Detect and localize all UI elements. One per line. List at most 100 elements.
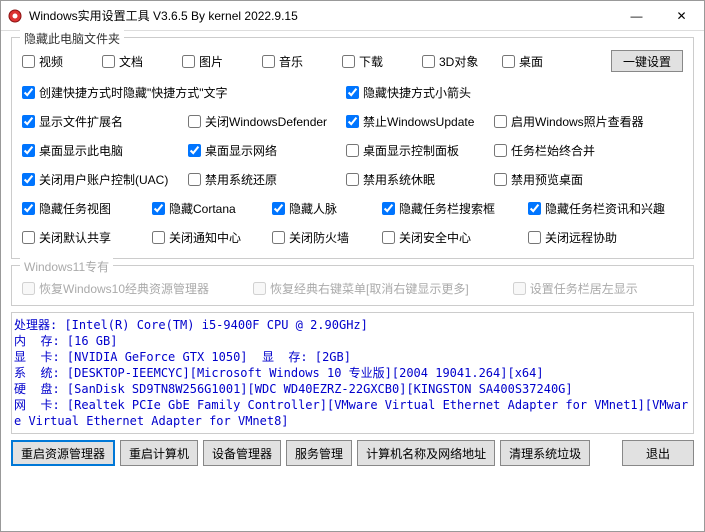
hide-6-label: 桌面 <box>519 53 543 70</box>
opt-r2-0[interactable]: 显示文件扩展名 <box>22 113 188 130</box>
titlebar: Windows实用设置工具 V3.6.5 By kernel 2022.9.15… <box>1 1 704 31</box>
opt-r4-2[interactable]: 禁用系统休眠 <box>346 171 494 188</box>
opt-r3-3-input[interactable] <box>494 144 507 157</box>
restart-pc-button[interactable]: 重启计算机 <box>120 440 198 466</box>
opt-r3-0-input[interactable] <box>22 144 35 157</box>
win11-2-label: 设置任务栏居左显示 <box>530 280 638 297</box>
opt-r5-2-input[interactable] <box>272 202 285 215</box>
opt-r5-3[interactable]: 隐藏任务栏搜索框 <box>382 200 528 217</box>
window-controls: — ✕ <box>614 1 704 30</box>
opt-r3-0[interactable]: 桌面显示此电脑 <box>22 142 188 159</box>
opt-r1-0[interactable]: 创建快捷方式时隐藏"快捷方式"文字 <box>22 84 346 101</box>
opt-r1-1-input[interactable] <box>346 86 359 99</box>
window-body: 隐藏此电脑文件夹 视频文档图片音乐下载3D对象桌面一键设置 创建快捷方式时隐藏"… <box>1 31 704 531</box>
win11-2: 设置任务栏居左显示 <box>513 280 638 297</box>
win11-1-label: 恢复经典右键菜单[取消右键显示更多] <box>270 280 469 297</box>
one-click-button[interactable]: 一键设置 <box>611 50 683 72</box>
opt-r4-3[interactable]: 禁用预览桌面 <box>494 171 684 188</box>
opt-r2-3[interactable]: 启用Windows照片查看器 <box>494 113 684 130</box>
opt-r3-2[interactable]: 桌面显示控制面板 <box>346 142 494 159</box>
opt-r5-4-input[interactable] <box>528 202 541 215</box>
opt-r6-4[interactable]: 关闭远程协助 <box>528 229 683 246</box>
hide-0[interactable]: 视频 <box>22 53 102 70</box>
hide-0-input[interactable] <box>22 55 35 68</box>
opt-r3-1-input[interactable] <box>188 144 201 157</box>
opt-r3-2-input[interactable] <box>346 144 359 157</box>
hide-5-input[interactable] <box>422 55 435 68</box>
hide-6[interactable]: 桌面 <box>502 53 574 70</box>
opt-r5-0[interactable]: 隐藏任务视图 <box>22 200 152 217</box>
opt-r6-1-label: 关闭通知中心 <box>169 229 241 246</box>
opt-r1-1[interactable]: 隐藏快捷方式小箭头 <box>346 84 494 101</box>
cleanup-button[interactable]: 清理系统垃圾 <box>500 440 590 466</box>
opt-r4-1[interactable]: 禁用系统还原 <box>188 171 346 188</box>
hide-4-input[interactable] <box>342 55 355 68</box>
opt-r4-0[interactable]: 关闭用户账户控制(UAC) <box>22 171 188 188</box>
opt-r4-3-input[interactable] <box>494 173 507 186</box>
win11-row: 恢复Windows10经典资源管理器 恢复经典右键菜单[取消右键显示更多] 设置任务… <box>22 280 683 297</box>
system-info: 处理器: [Intel(R) Core(TM) i5-9400F CPU @ 2… <box>11 312 694 434</box>
opt-r6-0-input[interactable] <box>22 231 35 244</box>
opt-r5-4-label: 隐藏任务栏资讯和兴趣 <box>545 200 665 217</box>
opt-r2-0-label: 显示文件扩展名 <box>39 113 123 130</box>
close-button[interactable]: ✕ <box>659 1 704 30</box>
hide-3-input[interactable] <box>262 55 275 68</box>
opt-r5-2[interactable]: 隐藏人脉 <box>272 200 382 217</box>
opt-r1-0-label: 创建快捷方式时隐藏"快捷方式"文字 <box>39 84 228 101</box>
opt-r4-1-input[interactable] <box>188 173 201 186</box>
opt-r2-0-input[interactable] <box>22 115 35 128</box>
hide-3[interactable]: 音乐 <box>262 53 342 70</box>
opt-r2-2[interactable]: 禁止WindowsUpdate <box>346 113 494 130</box>
win11-0: 恢复Windows10经典资源管理器 <box>22 280 209 297</box>
opt-r3-1-label: 桌面显示网络 <box>205 142 277 159</box>
opt-r2-2-label: 禁止WindowsUpdate <box>363 113 474 130</box>
options-row-4: 关闭用户账户控制(UAC) 禁用系统还原禁用系统休眠禁用预览桌面 <box>22 171 683 188</box>
hide-5[interactable]: 3D对象 <box>422 53 502 70</box>
hide-1[interactable]: 文档 <box>102 53 182 70</box>
opt-r6-0-label: 关闭默认共享 <box>39 229 111 246</box>
exit-button[interactable]: 退出 <box>622 440 694 466</box>
opt-r3-2-label: 桌面显示控制面板 <box>363 142 459 159</box>
opt-r6-2[interactable]: 关闭防火墙 <box>272 229 382 246</box>
opt-r4-0-input[interactable] <box>22 173 35 186</box>
hide-2-input[interactable] <box>182 55 195 68</box>
win11-0-input <box>22 282 35 295</box>
minimize-button[interactable]: — <box>614 1 659 30</box>
hide-6-input[interactable] <box>502 55 515 68</box>
services-button[interactable]: 服务管理 <box>286 440 352 466</box>
hide-4[interactable]: 下载 <box>342 53 422 70</box>
opt-r6-0[interactable]: 关闭默认共享 <box>22 229 152 246</box>
opt-r6-4-label: 关闭远程协助 <box>545 229 617 246</box>
options-row-2: 显示文件扩展名 关闭WindowsDefender 禁止WindowsUpdate 启… <box>22 113 683 130</box>
opt-r5-1[interactable]: 隐藏Cortana <box>152 200 272 217</box>
device-manager-button[interactable]: 设备管理器 <box>203 440 281 466</box>
opt-r2-1-input[interactable] <box>188 115 201 128</box>
opt-r6-1[interactable]: 关闭通知中心 <box>152 229 272 246</box>
opt-r5-1-input[interactable] <box>152 202 165 215</box>
opt-r1-0-input[interactable] <box>22 86 35 99</box>
opt-r6-3[interactable]: 关闭安全中心 <box>382 229 528 246</box>
win11-0-label: 恢复Windows10经典资源管理器 <box>39 280 209 297</box>
opt-r5-0-label: 隐藏任务视图 <box>39 200 111 217</box>
opt-r5-4[interactable]: 隐藏任务栏资讯和兴趣 <box>528 200 683 217</box>
hide-2[interactable]: 图片 <box>182 53 262 70</box>
opt-r2-2-input[interactable] <box>346 115 359 128</box>
hide-1-input[interactable] <box>102 55 115 68</box>
opt-r5-0-input[interactable] <box>22 202 35 215</box>
opt-r6-2-input[interactable] <box>272 231 285 244</box>
win11-1-input <box>253 282 266 295</box>
opt-r6-4-input[interactable] <box>528 231 541 244</box>
restart-explorer-button[interactable]: 重启资源管理器 <box>11 440 115 466</box>
opt-r6-1-input[interactable] <box>152 231 165 244</box>
rename-button[interactable]: 计算机名称及网络地址 <box>357 440 495 466</box>
opt-r5-3-input[interactable] <box>382 202 395 215</box>
opt-r4-0-label: 关闭用户账户控制(UAC) <box>39 171 168 188</box>
opt-r3-1[interactable]: 桌面显示网络 <box>188 142 346 159</box>
opt-r3-0-label: 桌面显示此电脑 <box>39 142 123 159</box>
opt-r6-3-input[interactable] <box>382 231 395 244</box>
opt-r2-1[interactable]: 关闭WindowsDefender <box>188 113 346 130</box>
opt-r1-1-label: 隐藏快捷方式小箭头 <box>363 84 471 101</box>
opt-r2-3-input[interactable] <box>494 115 507 128</box>
opt-r4-2-input[interactable] <box>346 173 359 186</box>
opt-r3-3[interactable]: 任务栏始终合并 <box>494 142 684 159</box>
